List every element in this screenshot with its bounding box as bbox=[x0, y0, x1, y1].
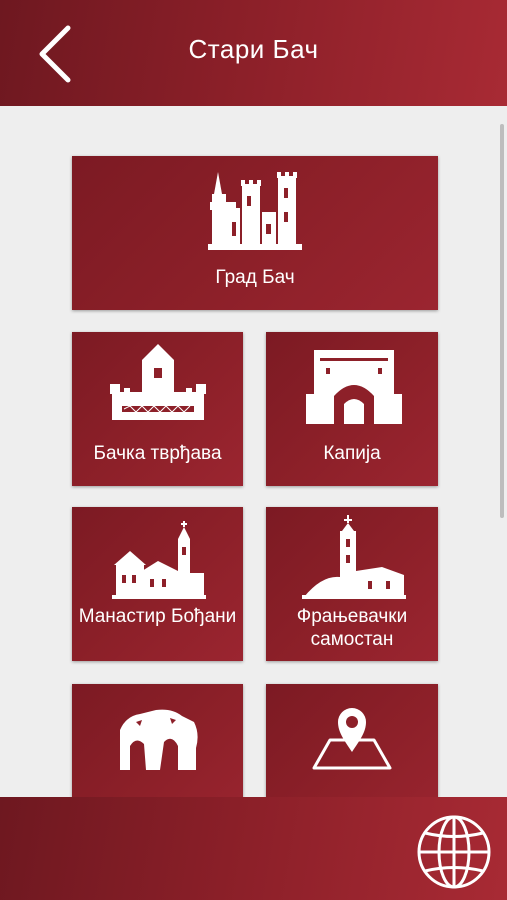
ruins-icon bbox=[120, 709, 198, 770]
tile-label: Бачка тврђава bbox=[93, 443, 222, 464]
map-pin-icon bbox=[312, 708, 392, 770]
tile-label: Град Бач bbox=[215, 267, 295, 288]
tile-label: Манастир Бођани bbox=[78, 606, 237, 627]
tile-backa-tvrdjava[interactable]: Бачка тврђава bbox=[72, 332, 243, 486]
scrollbar[interactable] bbox=[500, 124, 504, 518]
tile-label: Фрањевачки самостан bbox=[296, 606, 408, 650]
globe-icon bbox=[417, 815, 491, 889]
tile-franjevacki-samostan[interactable]: Фрањевачки самостан bbox=[266, 507, 438, 661]
tile-kapija[interactable]: Капија bbox=[266, 332, 438, 486]
castle-icon bbox=[208, 172, 302, 250]
monastery-icon bbox=[112, 521, 206, 599]
franciscan-monastery-icon bbox=[302, 515, 406, 599]
language-button[interactable] bbox=[414, 812, 494, 892]
tile-grad-bac[interactable]: Град Бач bbox=[72, 156, 438, 310]
gate-icon bbox=[306, 350, 402, 424]
app-header: Стари Бач bbox=[0, 0, 507, 106]
fortress-tower-icon bbox=[110, 344, 206, 420]
tile-label: Капија bbox=[323, 443, 381, 464]
page-title: Стари Бач bbox=[188, 34, 319, 64]
tile-manastir-bodjani[interactable]: Манастир Бођани bbox=[72, 507, 243, 661]
